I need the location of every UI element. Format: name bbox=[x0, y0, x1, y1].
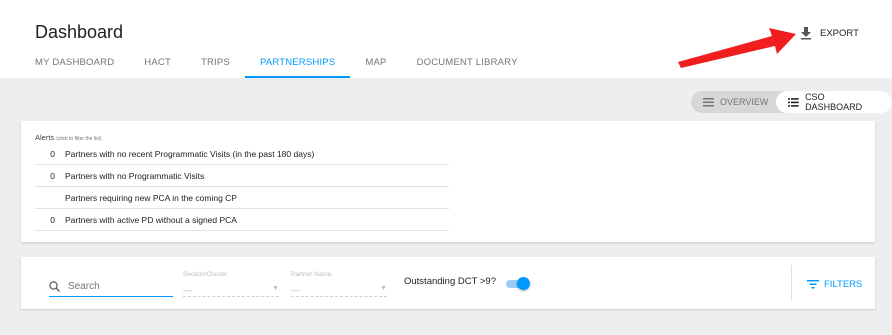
alert-row[interactable]: 0 Partners with active PD without a sign… bbox=[35, 209, 449, 231]
export-label: EXPORT bbox=[820, 27, 859, 39]
red-arrow-annotation bbox=[676, 22, 798, 73]
tab-hact[interactable]: HACT bbox=[129, 46, 186, 78]
cso-dashboard-toggle-button[interactable]: CSO DASHBOARD bbox=[776, 91, 892, 113]
section-cluster-label: Section/Cluster bbox=[183, 271, 228, 278]
tab-partnerships[interactable]: PARTNERSHIPS bbox=[244, 46, 351, 78]
toggle-thumb bbox=[517, 277, 530, 290]
list-icon bbox=[788, 97, 800, 107]
filters-button[interactable]: FILTERS bbox=[807, 277, 862, 291]
filter-bar: Search Section/Cluster — ▼ Partner Name … bbox=[21, 257, 875, 309]
search-placeholder: Search bbox=[68, 281, 100, 292]
divider bbox=[791, 265, 792, 301]
search-input[interactable]: Search bbox=[49, 277, 173, 297]
cso-dashboard-label: CSO DASHBOARD bbox=[805, 92, 863, 112]
page-title: Dashboard bbox=[35, 22, 124, 42]
tab-my-dashboard[interactable]: MY DASHBOARD bbox=[20, 46, 129, 78]
section-cluster-dropdown[interactable]: Section/Cluster — ▼ bbox=[183, 271, 279, 297]
partner-name-dropdown[interactable]: Partner Name — ▼ bbox=[291, 271, 387, 297]
tab-map[interactable]: MAP bbox=[350, 46, 401, 78]
alerts-heading: Alerts (click to filter the list) bbox=[35, 133, 102, 142]
alert-row[interactable]: 0 Partners with no recent Programmatic V… bbox=[35, 143, 449, 165]
caret-down-icon: ▼ bbox=[272, 285, 279, 292]
section-cluster-value: — bbox=[183, 285, 192, 295]
alert-count: 0 bbox=[50, 214, 55, 225]
alerts-hint: (click to filter the list) bbox=[56, 136, 102, 142]
overview-toggle-button[interactable]: OVERVIEW bbox=[691, 91, 776, 113]
tab-bar: MY DASHBOARD HACT TRIPS PARTNERSHIPS MAP… bbox=[20, 46, 533, 78]
filter-icon bbox=[807, 279, 819, 288]
tab-trips[interactable]: TRIPS bbox=[186, 46, 245, 78]
search-icon bbox=[49, 281, 60, 292]
partner-name-value: — bbox=[291, 285, 300, 295]
view-toggle: OVERVIEW CSO DASHBOARD bbox=[691, 91, 892, 113]
outstanding-dct-toggle[interactable] bbox=[506, 277, 530, 290]
header: Dashboard MY DASHBOARD HACT TRIPS PARTNE… bbox=[0, 0, 892, 78]
alerts-title: Alerts bbox=[35, 133, 55, 142]
alert-text: Partners with no Programmatic Visits bbox=[65, 170, 205, 181]
tab-document-library[interactable]: DOCUMENT LIBRARY bbox=[402, 46, 533, 78]
alerts-card: Alerts (click to filter the list) 0 Part… bbox=[21, 121, 875, 242]
download-icon bbox=[801, 26, 811, 39]
alert-row[interactable]: Partners requiring new PCA in the coming… bbox=[35, 187, 449, 209]
overview-label: OVERVIEW bbox=[720, 97, 769, 107]
partner-name-label: Partner Name bbox=[291, 271, 332, 278]
alert-row[interactable]: 0 Partners with no Programmatic Visits bbox=[35, 165, 449, 187]
alert-text: Partners with active PD without a signed… bbox=[65, 214, 237, 225]
filters-label: FILTERS bbox=[824, 278, 863, 290]
alert-count: 0 bbox=[50, 170, 55, 181]
menu-icon bbox=[703, 97, 714, 106]
caret-down-icon: ▼ bbox=[380, 285, 387, 292]
alert-count: 0 bbox=[50, 148, 55, 159]
dropdown-underline bbox=[183, 296, 279, 297]
alert-text: Partners requiring new PCA in the coming… bbox=[65, 192, 237, 203]
alert-text: Partners with no recent Programmatic Vis… bbox=[65, 148, 315, 159]
dropdown-underline bbox=[291, 296, 387, 297]
outstanding-dct-label: Outstanding DCT >9? bbox=[404, 276, 496, 287]
export-button[interactable]: EXPORT bbox=[800, 24, 859, 42]
